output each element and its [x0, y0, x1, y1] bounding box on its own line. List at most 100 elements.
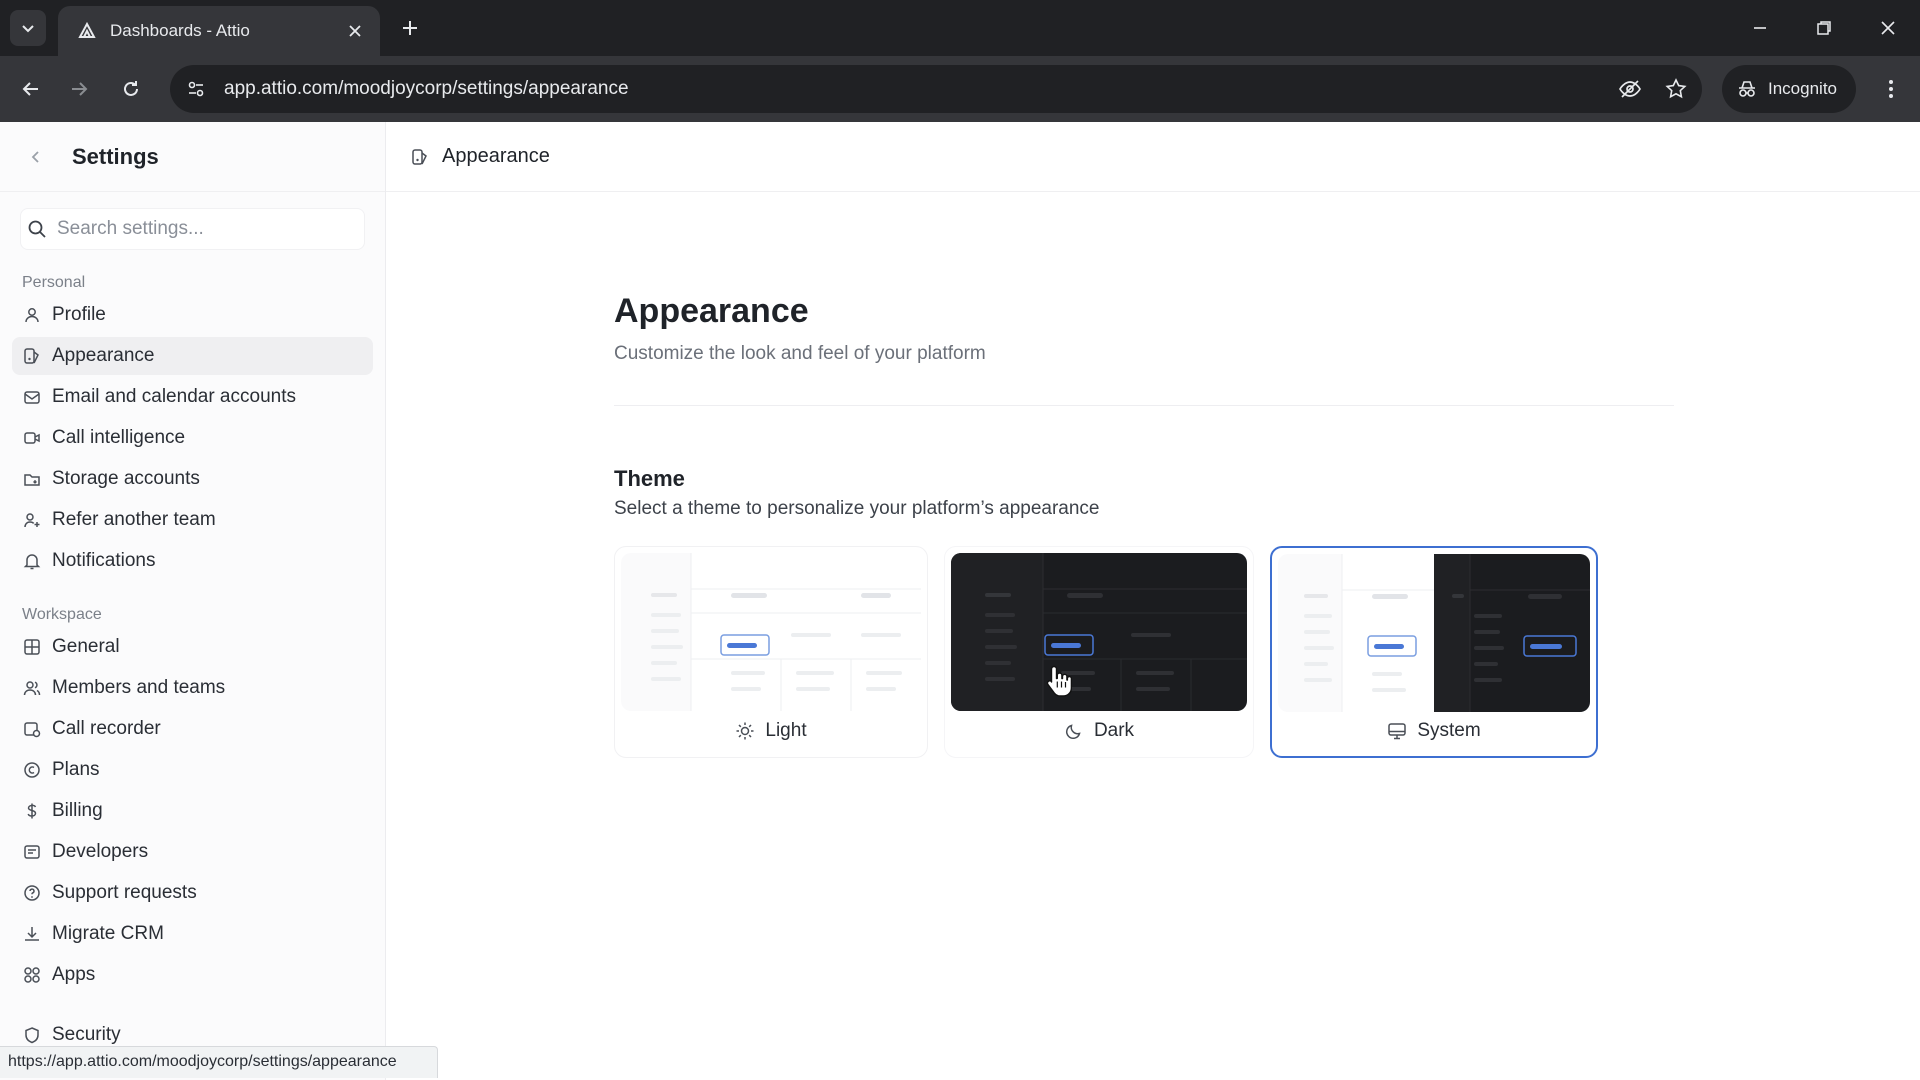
arrow-right-icon: [72, 82, 88, 96]
page-title: Appearance: [614, 292, 809, 330]
users-icon: [22, 678, 42, 698]
sun-icon: [735, 721, 755, 741]
theme-options: Light Dark System: [614, 546, 1674, 758]
plans-icon: [22, 760, 42, 780]
sidebar-item-billing[interactable]: Billing: [12, 792, 373, 830]
attio-logo-icon: [78, 21, 96, 38]
sidebar-item-notifications[interactable]: Notifications: [12, 542, 373, 580]
sidebar-item-label: Migrate CRM: [52, 923, 164, 944]
sidebar-item-label: Storage accounts: [52, 468, 200, 489]
moon-icon: [1064, 721, 1084, 741]
apps-icon: [22, 965, 42, 985]
browser-toolbar: app.attio.com/moodjoycorp/settings/appea…: [0, 56, 1920, 122]
plus-icon: [403, 21, 417, 35]
tab-close-icon[interactable]: [344, 20, 366, 42]
refer-icon: [22, 510, 42, 530]
shield-icon: [22, 1025, 42, 1045]
theme-label: Light: [765, 720, 807, 741]
theme-label: System: [1417, 720, 1481, 741]
sidebar-item-call-recorder[interactable]: Call recorder: [12, 710, 373, 748]
monitor-icon: [1387, 721, 1407, 741]
arrow-left-icon: [22, 82, 38, 96]
sidebar-item-profile[interactable]: Profile: [12, 296, 373, 334]
dollar-icon: [22, 801, 42, 821]
minimize-icon: [1754, 27, 1766, 29]
sidebar-item-label: Apps: [52, 964, 96, 985]
theme-section-title: Theme: [614, 466, 685, 491]
sidebar-item-call-intelligence[interactable]: Call intelligence: [12, 419, 373, 457]
sidebar-title: Settings: [72, 143, 159, 169]
sidebar-item-storage[interactable]: Storage accounts: [12, 460, 373, 498]
appearance-content: Appearance Customize the look and feel o…: [614, 292, 1674, 758]
breadcrumb-label: Appearance: [442, 145, 550, 167]
bell-icon: [22, 551, 42, 571]
help-icon: [22, 883, 42, 903]
sidebar-back-button[interactable]: [24, 145, 48, 169]
recorder-icon: [22, 719, 42, 739]
sidebar-item-refer[interactable]: Refer another team: [12, 501, 373, 539]
section-label-workspace: Workspace: [22, 606, 102, 623]
back-button[interactable]: [12, 70, 50, 108]
settings-sidebar: Settings Personal Profile Appearance Ema…: [0, 122, 386, 1080]
sidebar-item-label: Notifications: [52, 550, 156, 571]
theme-preview-dark: [951, 553, 1247, 711]
sidebar-item-label: General: [52, 636, 120, 657]
sidebar-item-general[interactable]: General: [12, 628, 373, 666]
sidebar-item-appearance[interactable]: Appearance: [12, 337, 373, 375]
sidebar-header: Settings: [0, 122, 385, 192]
restore-button[interactable]: [1804, 10, 1844, 46]
sidebar-item-label: Call recorder: [52, 718, 161, 739]
sidebar-item-members[interactable]: Members and teams: [12, 669, 373, 707]
main-panel: Appearance Appearance Customize the look…: [386, 122, 1920, 1080]
reload-button[interactable]: [112, 70, 150, 108]
address-bar[interactable]: app.attio.com/moodjoycorp/settings/appea…: [170, 65, 1702, 113]
sidebar-item-email-calendar[interactable]: Email and calendar accounts: [12, 378, 373, 416]
theme-option-light[interactable]: Light: [614, 546, 928, 758]
theme-option-dark[interactable]: Dark: [944, 546, 1254, 758]
status-bar-url: https://app.attio.com/moodjoycorp/settin…: [0, 1046, 438, 1078]
address-url[interactable]: app.attio.com/moodjoycorp/settings/appea…: [224, 78, 1610, 100]
browser-menu-button[interactable]: [1872, 70, 1910, 108]
sidebar-item-label: Security: [52, 1024, 121, 1045]
incognito-label: Incognito: [1768, 79, 1837, 98]
sidebar-item-label: Appearance: [52, 345, 155, 366]
appearance-icon: [410, 147, 430, 167]
bookmark-star-icon[interactable]: [1656, 69, 1696, 109]
search-input[interactable]: [57, 218, 357, 240]
new-tab-button[interactable]: [396, 14, 424, 42]
incognito-badge[interactable]: Incognito: [1722, 65, 1856, 113]
sidebar-item-developers[interactable]: Developers: [12, 833, 373, 871]
search-icon: [28, 220, 46, 238]
video-icon: [22, 428, 42, 448]
section-divider: [614, 405, 1674, 406]
sidebar-item-plans[interactable]: Plans: [12, 751, 373, 789]
theme-option-light-label: Light: [621, 711, 921, 751]
sidebar-item-support[interactable]: Support requests: [12, 874, 373, 912]
mail-calendar-icon: [22, 387, 42, 407]
tab-title: Dashboards - Attio: [110, 21, 250, 40]
more-vertical-icon: [1889, 80, 1893, 98]
minimize-button[interactable]: [1740, 10, 1780, 46]
browser-tab-bar: Dashboards - Attio: [0, 0, 1920, 56]
theme-option-system-label: System: [1278, 712, 1590, 750]
browser-tab-active[interactable]: Dashboards - Attio: [58, 6, 380, 56]
window-close-button[interactable]: [1868, 10, 1908, 46]
forward-button[interactable]: [60, 70, 98, 108]
close-icon: [1881, 21, 1895, 35]
theme-option-system[interactable]: System: [1270, 546, 1598, 758]
section-label-personal: Personal: [22, 274, 86, 291]
download-icon: [22, 924, 42, 944]
sidebar-item-label: Refer another team: [52, 509, 216, 530]
tab-search-button[interactable]: [10, 10, 46, 46]
chevron-down-icon: [22, 25, 34, 33]
site-info-icon[interactable]: [178, 71, 214, 107]
settings-search[interactable]: [20, 208, 365, 250]
reload-icon: [124, 81, 138, 96]
sidebar-item-apps[interactable]: Apps: [12, 956, 373, 994]
sidebar-item-migrate-crm[interactable]: Migrate CRM: [12, 915, 373, 953]
sidebar-item-label: Plans: [52, 759, 100, 780]
theme-preview-system: [1278, 554, 1590, 712]
sidebar-item-label: Developers: [52, 841, 149, 862]
sidebar-item-label: Billing: [52, 800, 103, 821]
tracking-protection-icon[interactable]: [1610, 69, 1650, 109]
